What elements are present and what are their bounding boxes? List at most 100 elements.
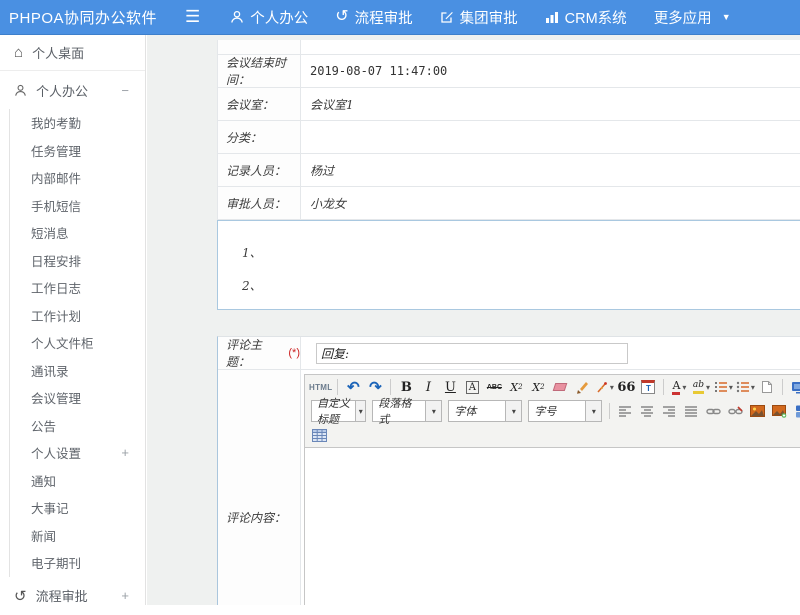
meeting-detail-table: 会议结束时间： 2019-08-07 11:47:00 会议室： 会议室1 分类… (217, 40, 800, 220)
eraser-button[interactable] (550, 377, 570, 397)
ordered-list-icon (714, 381, 727, 393)
undo-button[interactable]: ↶ (343, 377, 363, 397)
align-center-button[interactable] (637, 401, 657, 421)
row-approver: 审批人员： 小龙女 (218, 187, 800, 220)
caret-down-icon: ▾ (729, 383, 733, 392)
heading-select[interactable]: 自定义标题 ▾ (311, 400, 366, 422)
sidebar-item-e-journal[interactable]: 电子期刊 (10, 549, 145, 577)
sidebar-item-meetings[interactable]: 会议管理 (10, 384, 145, 412)
autotypeset-button[interactable]: ▾ (594, 377, 614, 397)
sidebar-item-work-log[interactable]: 工作日志 (10, 274, 145, 302)
align-justify-button[interactable] (681, 401, 701, 421)
nav-more-apps[interactable]: 更多应用 ▼ (654, 7, 731, 28)
expand-toggle[interactable]: + (121, 588, 129, 603)
unordered-list-button[interactable]: ▾ (735, 377, 755, 397)
insert-media-button[interactable] (791, 401, 800, 421)
underline-button[interactable]: U (440, 377, 460, 397)
align-left-button[interactable] (615, 401, 635, 421)
italic-button[interactable]: I (418, 377, 438, 397)
sidebar-item-contacts[interactable]: 通讯录 (10, 357, 145, 385)
sidebar-item-short-message[interactable]: 短消息 (10, 219, 145, 247)
main-content: 会议结束时间： 2019-08-07 11:47:00 会议室： 会议室1 分类… (147, 35, 800, 605)
align-justify-icon (685, 406, 698, 417)
new-page-button[interactable] (757, 377, 777, 397)
sidebar-item-internal-mail[interactable]: 内部邮件 (10, 164, 145, 192)
media-icon (795, 405, 800, 418)
field-label: 记录人员： (218, 154, 301, 186)
unlink-icon (728, 406, 743, 417)
subscript-button[interactable]: X2 (528, 377, 548, 397)
insert-image-button[interactable] (747, 401, 767, 421)
nav-group-approval[interactable]: 集团审批 (440, 7, 518, 28)
multi-image-button[interactable] (769, 401, 789, 421)
paragraph-format-select[interactable]: 段落格式 ▾ (372, 400, 442, 422)
screen-icon (791, 381, 800, 394)
sidebar-item-news[interactable]: 新闻 (10, 522, 145, 550)
caret-down-icon: ▾ (425, 401, 441, 421)
hamburger-menu-icon[interactable]: ☰ (185, 7, 200, 27)
sidebar-item-desktop[interactable]: ⌂ 个人桌面 (0, 35, 145, 71)
image-icon (750, 405, 765, 417)
blockquote-button[interactable]: 66 (616, 377, 636, 397)
insert-link-button[interactable] (703, 401, 723, 421)
caret-down-icon: ▼ (722, 12, 731, 22)
align-right-button[interactable] (659, 401, 679, 421)
insert-table-button[interactable] (309, 425, 329, 445)
strikethrough-button[interactable]: ABC (484, 377, 504, 397)
nav-label: 流程审批 (355, 7, 413, 28)
sidebar-item-sms[interactable]: 手机短信 (10, 192, 145, 220)
sidebar-item-work-plan[interactable]: 工作计划 (10, 302, 145, 330)
sidebar-item-personal-settings[interactable]: 个人设置 + (10, 439, 145, 467)
sidebar-group-label: 个人办公 (36, 81, 88, 100)
sidebar-item-attendance[interactable]: 我的考勤 (10, 109, 145, 137)
nav-process-approval[interactable]: ↺ 流程审批 (335, 7, 412, 28)
font-family-select[interactable]: 字体 ▾ (448, 400, 522, 422)
comment-subject-input[interactable] (316, 343, 628, 364)
magic-wand-icon (595, 381, 608, 394)
home-icon: ⌂ (14, 44, 23, 61)
format-brush-button[interactable] (572, 377, 592, 397)
blank-page-icon (761, 380, 773, 394)
field-value (301, 121, 800, 153)
fullscreen-button[interactable] (788, 377, 800, 397)
sidebar-item-tasks[interactable]: 任务管理 (10, 137, 145, 165)
multi-image-icon (772, 405, 787, 418)
sidebar-group-personal-office[interactable]: 个人办公 − (0, 71, 145, 109)
html-source-button[interactable]: HTML (309, 377, 332, 397)
eraser-icon (553, 383, 568, 391)
sidebar-item-schedule[interactable]: 日程安排 (10, 247, 145, 275)
font-size-select[interactable]: 字号 ▾ (528, 400, 602, 422)
sidebar-item-file-cabinet[interactable]: 个人文件柜 (10, 329, 145, 357)
expand-toggle[interactable]: + (121, 445, 129, 460)
redo-button[interactable]: ↷ (365, 377, 385, 397)
bold-button[interactable]: B (396, 377, 416, 397)
font-color-button[interactable]: A ▾ (669, 377, 689, 397)
nav-crm-system[interactable]: CRM系统 (545, 7, 627, 28)
sidebar-group-process-approval[interactable]: ↺ 流程审批 + (0, 577, 145, 615)
field-label: 审批人员： (218, 187, 301, 219)
ordered-list-button[interactable]: ▾ (713, 377, 733, 397)
meeting-content-box: 1、 2、 (217, 220, 800, 310)
user-icon (230, 10, 244, 24)
nav-personal-office[interactable]: 个人办公 (230, 7, 308, 28)
sidebar-item-events[interactable]: 大事记 (10, 494, 145, 522)
paste-template-button[interactable]: T (638, 377, 658, 397)
unordered-list-icon (736, 381, 749, 393)
sidebar-item-label: 个人桌面 (32, 43, 84, 62)
superscript-button[interactable]: X2 (506, 377, 526, 397)
app-header: PHPOA协同办公软件 ☰ 个人办公 ↺ 流程审批 集团审批 CRM系统 更多应… (0, 0, 800, 35)
sidebar-item-announcement[interactable]: 公告 (10, 412, 145, 440)
comment-content-area[interactable] (305, 447, 800, 605)
remove-link-button[interactable] (725, 401, 745, 421)
caret-down-icon: ▾ (682, 383, 686, 392)
highlight-color-button[interactable]: ab ▾ (691, 377, 711, 397)
sidebar-item-notification[interactable]: 通知 (10, 467, 145, 495)
brush-icon (575, 381, 589, 394)
remove-format-button[interactable]: A (462, 377, 482, 397)
collapse-toggle[interactable]: − (121, 83, 129, 98)
caret-down-icon: ▾ (706, 383, 710, 392)
process-cycle-icon: ↺ (335, 9, 348, 25)
nav-label: 个人办公 (250, 7, 308, 28)
align-left-icon (619, 406, 632, 417)
app-logo: PHPOA协同办公软件 (9, 7, 185, 28)
